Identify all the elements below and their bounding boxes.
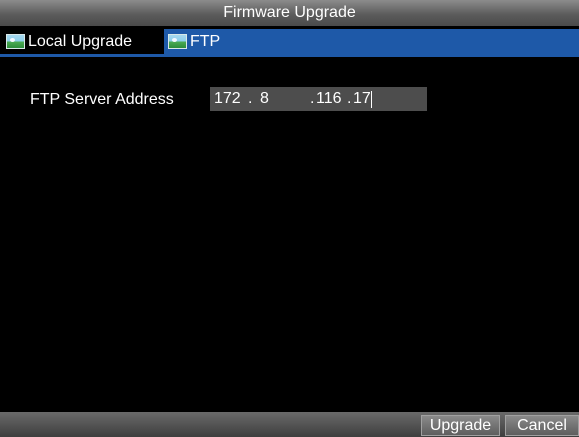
cancel-button[interactable]: Cancel: [505, 415, 579, 436]
ip-separator: .: [310, 90, 315, 107]
ip-octet-2[interactable]: 8: [260, 89, 269, 109]
text-caret: [371, 91, 372, 108]
firmware-upgrade-dialog: Firmware Upgrade Local Upgrade FTP FTP S…: [0, 0, 579, 437]
landscape-icon: [6, 34, 25, 49]
window-title: Firmware Upgrade: [0, 0, 579, 26]
tab-ftp[interactable]: FTP: [164, 29, 579, 54]
landscape-icon: [168, 34, 187, 49]
ftp-server-address-input[interactable]: 172 . 8 . 116 . 17: [210, 87, 427, 111]
upgrade-button[interactable]: Upgrade: [421, 415, 500, 436]
ip-octet-1[interactable]: 172: [214, 89, 241, 109]
tab-ftp-label: FTP: [190, 32, 221, 50]
tab-bar: Local Upgrade FTP: [0, 26, 579, 54]
ip-separator: .: [248, 90, 253, 107]
ip-octet-4[interactable]: 17: [353, 89, 371, 109]
tab-local-upgrade-label: Local Upgrade: [28, 32, 133, 50]
ip-octet-3[interactable]: 116: [316, 89, 342, 109]
ftp-panel: FTP Server Address 172 . 8 . 116 . 17: [0, 57, 579, 412]
tab-local-upgrade[interactable]: Local Upgrade: [2, 29, 138, 54]
footer-bar: Upgrade Cancel: [0, 412, 579, 437]
ip-separator: .: [347, 90, 352, 107]
ftp-server-address-label: FTP Server Address: [30, 91, 174, 108]
